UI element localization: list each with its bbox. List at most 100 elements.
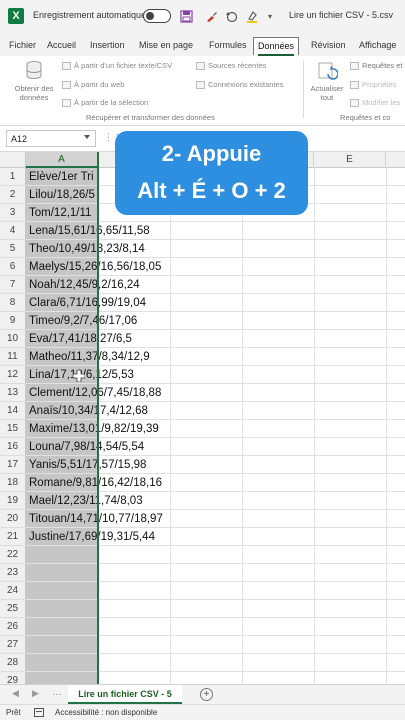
row-header[interactable]: 29	[0, 672, 26, 684]
from-web-button[interactable]: À partir du web	[62, 80, 124, 89]
cell-a18[interactable]: Romane/9,81/16,42/18,16	[29, 474, 162, 492]
grid-line	[386, 168, 387, 684]
row-header[interactable]: 6	[0, 258, 26, 276]
cell-a17[interactable]: Yanis/5,51/17,57/15,98	[29, 456, 146, 474]
row-header[interactable]: 27	[0, 636, 26, 654]
column-header-e[interactable]: E	[314, 152, 386, 168]
accessibility-status[interactable]: Accessibilité : non disponible	[55, 708, 157, 717]
get-data-button[interactable]: Obtenir des données	[10, 60, 58, 102]
cell-a15[interactable]: Maxime/13,01/9,82/19,39	[29, 420, 159, 438]
row-header[interactable]: 26	[0, 618, 26, 636]
queries-button[interactable]: Requêtes et	[350, 61, 402, 70]
row-header[interactable]: 4	[0, 222, 26, 240]
cell-a11[interactable]: Matheo/11,37/8,34/12,9	[29, 348, 150, 366]
row-header[interactable]: 19	[0, 492, 26, 510]
cell-a7[interactable]: Noah/12,45/9,2/16,24	[29, 276, 140, 294]
dropdown-icon[interactable]: ▾	[262, 8, 278, 24]
tab-insertion[interactable]: Insertion	[86, 37, 129, 55]
tab-donnees[interactable]: Données	[253, 37, 300, 56]
cell-a20[interactable]: Titouan/14,71/10,77/18,97	[29, 510, 163, 528]
recent-sources-button[interactable]: Sources récentes	[196, 61, 266, 70]
undo-icon[interactable]	[223, 8, 239, 24]
name-box[interactable]: A12	[6, 130, 96, 147]
row-header[interactable]: 1	[0, 168, 26, 186]
cell-a13[interactable]: Clement/12,06/7,45/18,88	[29, 384, 161, 402]
tab-accueil[interactable]: Accueil	[43, 37, 80, 55]
row-header[interactable]: 12	[0, 366, 26, 384]
row-header[interactable]: 23	[0, 564, 26, 582]
row-header[interactable]: 18	[0, 474, 26, 492]
save-icon[interactable]	[178, 8, 194, 24]
cell-a16[interactable]: Louna/7,98/14,54/5,54	[29, 438, 144, 456]
row-header[interactable]: 16	[0, 438, 26, 456]
row-header[interactable]: 21	[0, 528, 26, 546]
column-header-f[interactable]	[386, 152, 405, 168]
edit-links-button[interactable]: Modifier les	[350, 98, 400, 107]
cell-a8[interactable]: Clara/6,71/16,99/19,04	[29, 294, 146, 312]
autosave-toggle[interactable]	[143, 9, 171, 23]
refresh-label-1: Actualiser	[310, 84, 344, 93]
row-header[interactable]: 11	[0, 348, 26, 366]
row-header[interactable]: 8	[0, 294, 26, 312]
row-header[interactable]: 20	[0, 510, 26, 528]
row-header[interactable]: 13	[0, 384, 26, 402]
add-sheet-icon[interactable]: +	[200, 688, 213, 701]
grid-line	[26, 653, 405, 654]
row-header[interactable]: 14	[0, 402, 26, 420]
tab-mise-en-page[interactable]: Mise en page	[135, 37, 197, 55]
row-header[interactable]: 5	[0, 240, 26, 258]
sheet-next-icon[interactable]: ▶	[32, 688, 39, 699]
sheet-tab-bar: ◀ ▶ … Lire un fichier CSV - 5 +	[0, 684, 405, 704]
brush-icon[interactable]	[203, 8, 219, 24]
group-label-get-transform: Récupérer et transformer des données	[86, 113, 215, 122]
cell-a6[interactable]: Maelys/15,26/16,56/18,05	[29, 258, 161, 276]
properties-button[interactable]: Propriétés	[350, 80, 396, 89]
row-header[interactable]: 28	[0, 654, 26, 672]
row-header[interactable]: 9	[0, 312, 26, 330]
sheet-tab-active[interactable]: Lire un fichier CSV - 5	[68, 685, 182, 704]
tab-fichier[interactable]: Fichier	[5, 37, 40, 55]
tab-formules[interactable]: Formules	[205, 37, 251, 55]
cell-a9[interactable]: Timeo/9,2/7,46/17,06	[29, 312, 137, 330]
sheet-prev-icon[interactable]: ◀	[12, 688, 19, 699]
tab-affichage[interactable]: Affichage	[355, 37, 400, 55]
column-header-a[interactable]: A	[26, 152, 98, 168]
from-text-csv-button[interactable]: À partir d'un fichier texte/CSV	[62, 61, 172, 70]
row-header[interactable]: 25	[0, 600, 26, 618]
from-web-label: À partir du web	[74, 80, 125, 89]
cell-a1[interactable]: Elève/1er Tri	[29, 168, 94, 186]
from-text-csv-label: À partir d'un fichier texte/CSV	[74, 61, 173, 70]
cell-a14[interactable]: Anaïs/10,34/17,4/12,68	[29, 402, 148, 420]
from-selection-label: À partir de la sélection	[74, 98, 149, 107]
ribbon-tabs: Fichier Accueil Insertion Mise en page F…	[0, 34, 405, 56]
tab-revision[interactable]: Révision	[307, 37, 350, 55]
cell-a5[interactable]: Theo/10,49/18,23/8,14	[29, 240, 145, 258]
name-box-dropdown-icon[interactable]	[84, 135, 90, 139]
cell-a3[interactable]: Tom/12,1/11	[29, 204, 91, 222]
row-header[interactable]: 17	[0, 456, 26, 474]
existing-connections-button[interactable]: Connexions existantes	[196, 80, 283, 89]
highlight-icon[interactable]	[244, 8, 260, 24]
cell-a2[interactable]: Lilou/18,26/5	[29, 186, 95, 204]
cell-a10[interactable]: Eva/17,41/18,27/6,5	[29, 330, 132, 348]
group-label-queries: Requêtes et co	[340, 113, 391, 122]
select-all-corner[interactable]	[0, 152, 26, 168]
row-header[interactable]: 15	[0, 420, 26, 438]
sheet-more-icon[interactable]: …	[52, 687, 62, 698]
spreadsheet-grid[interactable]: A E 1 2 3 4 5 6 7 8 9 10 11 12 13 14 15 16 17 18 19 20 21 22 2…	[0, 152, 405, 684]
refresh-all-button[interactable]: Actualiser tout	[306, 60, 348, 102]
row-header[interactable]: 24	[0, 582, 26, 600]
cell-a4[interactable]: Lena/15,61/16,65/11,58	[29, 222, 150, 240]
row-header[interactable]: 22	[0, 546, 26, 564]
row-header[interactable]: 3	[0, 204, 26, 222]
properties-label: Propriétés	[362, 80, 397, 89]
cell-a19[interactable]: Mael/12,23/11,74/8,03	[29, 492, 143, 510]
row-header[interactable]: 7	[0, 276, 26, 294]
grid-line	[242, 168, 243, 684]
macro-record-icon[interactable]	[34, 708, 44, 717]
grid-line	[26, 599, 405, 600]
row-header[interactable]: 10	[0, 330, 26, 348]
from-selection-button[interactable]: À partir de la sélection	[62, 98, 148, 107]
cell-a21[interactable]: Justine/17,69/19,31/5,44	[29, 528, 155, 546]
row-header[interactable]: 2	[0, 186, 26, 204]
